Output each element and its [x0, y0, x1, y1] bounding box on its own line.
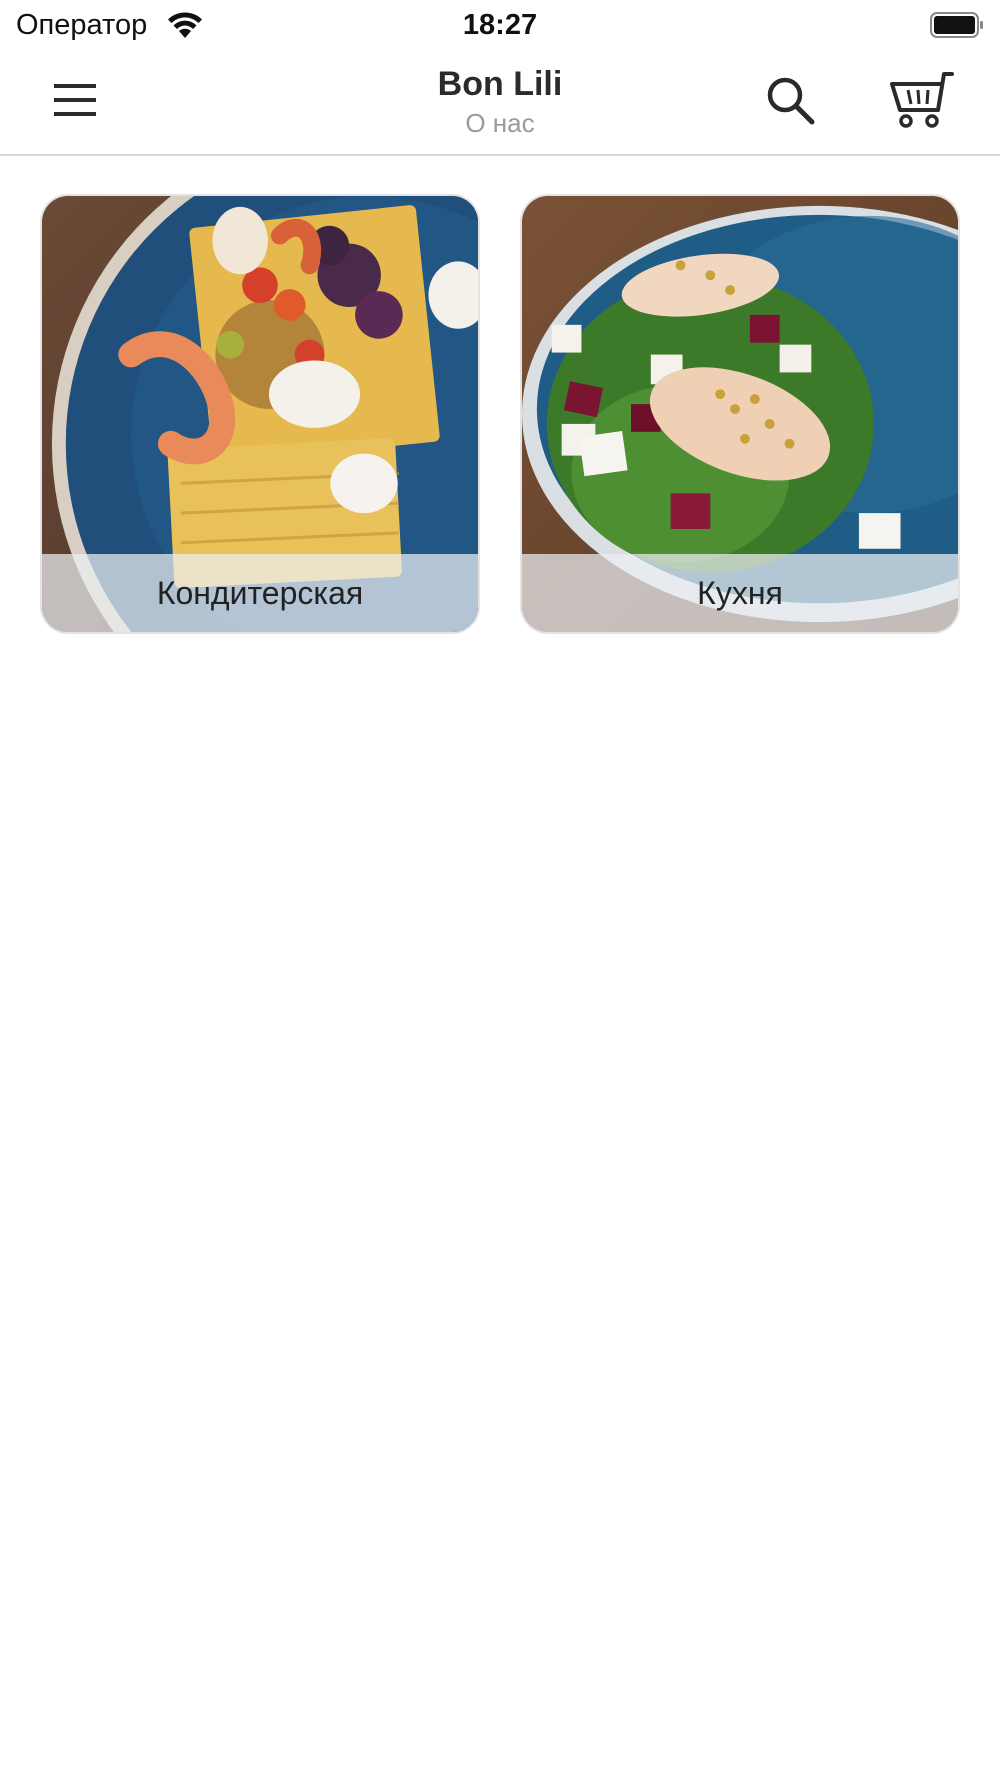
- status-bar: Оператор 18:27: [0, 0, 1000, 50]
- cart-button[interactable]: [888, 70, 956, 132]
- page-title: Bon Lili: [437, 65, 563, 103]
- about-link[interactable]: О нас: [250, 108, 750, 138]
- search-icon: [767, 77, 815, 125]
- category-card-pastry[interactable]: Кондитерская: [40, 194, 480, 634]
- clock: 18:27: [462, 9, 538, 41]
- category-label: Кухня: [697, 575, 783, 611]
- menu-button[interactable]: [46, 72, 104, 128]
- battery-icon: [930, 12, 984, 38]
- category-label: Кондитерская: [156, 575, 364, 611]
- hamburger-menu-icon: [54, 84, 96, 116]
- nav-bar: Bon Lili О нас: [0, 50, 1000, 156]
- category-card-kitchen[interactable]: Кухня: [520, 194, 960, 634]
- search-button[interactable]: [762, 72, 820, 130]
- cart-icon: [890, 72, 954, 128]
